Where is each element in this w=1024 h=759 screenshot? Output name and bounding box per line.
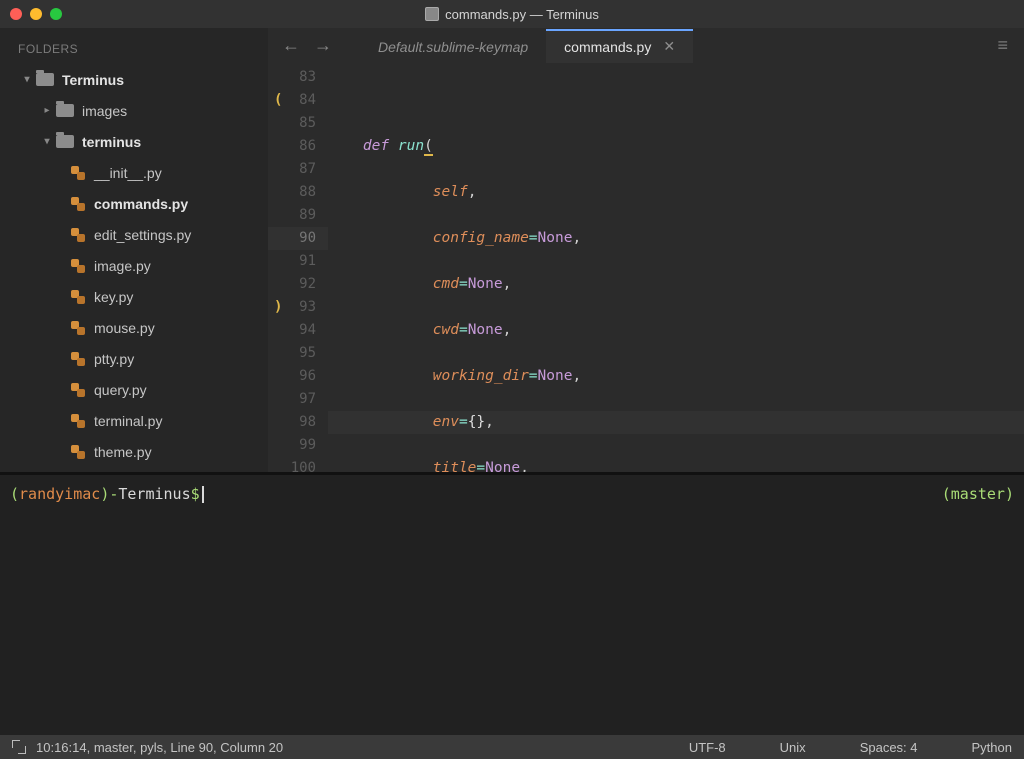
nav-back-button[interactable]: ←	[282, 35, 300, 56]
window-title: commands.py — Terminus	[445, 7, 599, 22]
line-number: (84	[268, 89, 328, 112]
tab-label: commands.py	[564, 39, 651, 55]
terminal-branch: (master)	[942, 483, 1014, 505]
file-label: theme.py	[94, 444, 152, 460]
tab-default-keymap[interactable]: Default.sublime-keymap	[360, 29, 546, 63]
line-number: 88	[268, 181, 328, 204]
zoom-window-button[interactable]	[50, 8, 62, 20]
python-icon	[70, 165, 86, 181]
file-edit-settings[interactable]: edit_settings.py	[0, 219, 268, 250]
file-init[interactable]: __init__.py	[0, 157, 268, 188]
code-body[interactable]: def run( self, config_name=None, cmd=Non…	[328, 64, 1024, 472]
chevron-right-icon: ▸	[42, 105, 52, 116]
line-number: 97	[268, 388, 328, 411]
status-indent[interactable]: Spaces: 4	[860, 740, 918, 755]
line-number: 100	[268, 457, 328, 472]
file-commands[interactable]: commands.py	[0, 188, 268, 219]
python-icon	[70, 413, 86, 429]
status-lineending[interactable]: Unix	[780, 740, 806, 755]
tab-label: Default.sublime-keymap	[378, 39, 528, 55]
folder-terminus[interactable]: ▾ terminus	[0, 126, 268, 157]
folder-label: images	[82, 103, 127, 119]
sidebar: FOLDERS ▾ Terminus ▸ images ▾ terminus	[0, 28, 268, 472]
code-editor[interactable]: 83 (84 85 86 87 88 89 90 91 92 )93 94 95…	[268, 64, 1024, 472]
close-window-button[interactable]	[10, 8, 22, 20]
status-syntax[interactable]: Python	[972, 740, 1012, 755]
file-terminal[interactable]: terminal.py	[0, 405, 268, 436]
folder-icon	[56, 135, 74, 148]
line-number: 96	[268, 365, 328, 388]
file-label: commands.py	[94, 196, 188, 212]
python-icon	[70, 382, 86, 398]
folder-icon	[56, 104, 74, 117]
line-number: 94	[268, 319, 328, 342]
line-number: 99	[268, 434, 328, 457]
line-number: 98	[268, 411, 328, 434]
file-ptty[interactable]: ptty.py	[0, 343, 268, 374]
expand-icon[interactable]	[12, 740, 26, 754]
minimize-window-button[interactable]	[30, 8, 42, 20]
folder-root[interactable]: ▾ Terminus	[0, 64, 268, 95]
line-number: 90	[268, 227, 328, 250]
file-mouse[interactable]: mouse.py	[0, 312, 268, 343]
terminal-panel[interactable]: (randyimac)-Terminus$ (master)	[0, 472, 1024, 735]
file-image[interactable]: image.py	[0, 250, 268, 281]
line-number: 86	[268, 135, 328, 158]
python-icon	[70, 320, 86, 336]
python-icon	[70, 289, 86, 305]
line-number: )93	[268, 296, 328, 319]
folders-heading: FOLDERS	[0, 34, 268, 64]
editor-area: ← → Default.sublime-keymap commands.py ✕…	[268, 28, 1024, 472]
terminal-path: Terminus	[118, 485, 190, 503]
fold-open-icon: (	[274, 89, 282, 112]
status-left-text: 10:16:14, master, pyls, Line 90, Column …	[36, 740, 283, 755]
line-number: 91	[268, 250, 328, 273]
file-theme[interactable]: theme.py	[0, 436, 268, 467]
folder-label: terminus	[82, 134, 141, 150]
titlebar: commands.py — Terminus	[0, 0, 1024, 28]
tab-commands-py[interactable]: commands.py ✕	[546, 29, 693, 63]
file-label: __init__.py	[94, 165, 162, 181]
python-icon	[70, 258, 86, 274]
file-label: image.py	[94, 258, 151, 274]
line-number: 85	[268, 112, 328, 135]
python-icon	[70, 227, 86, 243]
fold-close-icon: )	[274, 296, 282, 319]
file-key[interactable]: key.py	[0, 281, 268, 312]
line-number: 89	[268, 204, 328, 227]
file-label: ptty.py	[94, 351, 134, 367]
nav-forward-button[interactable]: →	[314, 35, 332, 56]
line-number: 95	[268, 342, 328, 365]
file-label: terminal.py	[94, 413, 162, 429]
file-icon	[425, 7, 439, 21]
file-label: key.py	[94, 289, 133, 305]
chevron-down-icon: ▾	[22, 74, 32, 85]
folder-images[interactable]: ▸ images	[0, 95, 268, 126]
status-encoding[interactable]: UTF-8	[689, 740, 726, 755]
folder-icon	[36, 73, 54, 86]
terminal-host: randyimac	[19, 485, 100, 503]
gutter: 83 (84 85 86 87 88 89 90 91 92 )93 94 95…	[268, 64, 328, 472]
close-icon[interactable]: ✕	[663, 38, 675, 55]
chevron-down-icon: ▾	[42, 136, 52, 147]
line-number: 83	[268, 66, 328, 89]
tab-bar: ← → Default.sublime-keymap commands.py ✕…	[268, 28, 1024, 64]
folder-label: Terminus	[62, 72, 124, 88]
python-icon	[70, 196, 86, 212]
python-icon	[70, 351, 86, 367]
window-controls	[10, 8, 62, 20]
file-label: edit_settings.py	[94, 227, 191, 243]
line-number: 87	[268, 158, 328, 181]
menu-icon[interactable]: ≡	[997, 35, 1008, 56]
python-icon	[70, 444, 86, 460]
file-label: mouse.py	[94, 320, 155, 336]
file-query[interactable]: query.py	[0, 374, 268, 405]
cursor	[202, 486, 204, 503]
status-bar: 10:16:14, master, pyls, Line 90, Column …	[0, 735, 1024, 759]
line-number: 92	[268, 273, 328, 296]
file-label: query.py	[94, 382, 147, 398]
